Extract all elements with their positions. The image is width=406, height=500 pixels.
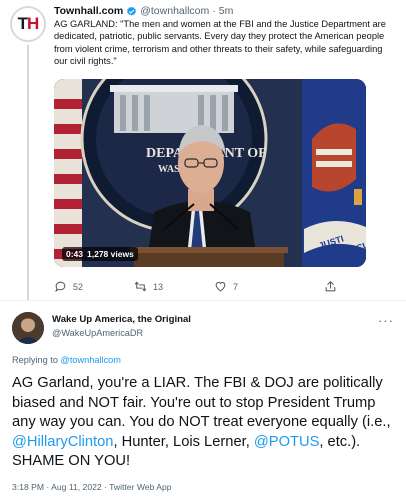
parent-timestamp[interactable]: 5m [219, 5, 234, 17]
heart-icon [215, 281, 226, 292]
parent-tweet[interactable]: TH Townhall.com @townhallcom · 5m AG GAR… [0, 0, 406, 300]
video-views: 1,278 views [87, 249, 134, 259]
tweet-divider [0, 300, 406, 301]
reply-author-name[interactable]: Wake Up America, the Original [52, 314, 191, 325]
reply-text-part-2: , Hunter, Lois Lerner, [113, 433, 254, 450]
mention-hillaryclinton[interactable]: @HillaryClinton [12, 434, 113, 450]
video-duration: 0:43 [66, 249, 84, 259]
video-frame: DEPARTMENT OF WASHINGT JUSTI SECU [54, 79, 366, 267]
wakeupamerica-avatar[interactable] [12, 312, 44, 344]
like-button[interactable]: 7 [214, 280, 238, 293]
parent-author-name[interactable]: Townhall.com [54, 5, 123, 17]
thread-line [27, 45, 29, 300]
parent-handle[interactable]: @townhallcom [140, 5, 209, 17]
retweet-icon [134, 281, 147, 292]
reply-tweet-text: AG Garland, you're a LIAR. The FBI & DOJ… [12, 374, 398, 472]
parent-actions-bar: 52 13 7 [54, 280, 354, 296]
retweet-button[interactable]: 13 [134, 280, 163, 293]
replying-prefix: Replying to [12, 355, 58, 365]
verified-badge-icon [127, 6, 137, 15]
share-icon [325, 281, 336, 292]
like-count: 7 [233, 281, 239, 292]
header-separator: · [212, 5, 216, 17]
townhall-avatar[interactable]: TH [10, 6, 46, 42]
avatar-image [12, 312, 44, 344]
video-duration-badge: 0:43 1,278 views [62, 247, 138, 261]
mention-potus[interactable]: @POTUS [254, 434, 320, 450]
replying-to-line: Replying to @townhallcom [12, 355, 121, 365]
reply-timestamp[interactable]: 3:18 PM · Aug 11, 2022 · Twitter Web App [12, 482, 172, 492]
share-button[interactable] [324, 280, 337, 293]
reply-handle[interactable]: @WakeUpAmericaDR [52, 328, 143, 338]
video-player[interactable]: DEPARTMENT OF WASHINGT JUSTI SECU [54, 79, 366, 267]
parent-tweet-header: Townhall.com @townhallcom · 5m [54, 5, 233, 17]
more-options-icon[interactable]: ··· [378, 313, 394, 328]
reply-text-part-1: AG Garland, you're a LIAR. The FBI & DOJ… [12, 375, 391, 431]
replying-to-link[interactable]: @townhallcom [61, 355, 121, 365]
reply-button[interactable]: 52 [54, 280, 83, 293]
reply-icon [55, 281, 66, 293]
reply-count: 52 [73, 281, 84, 292]
retweet-count: 13 [153, 281, 164, 292]
parent-tweet-text: AG GARLAND: "The men and women at the FB… [54, 19, 386, 67]
